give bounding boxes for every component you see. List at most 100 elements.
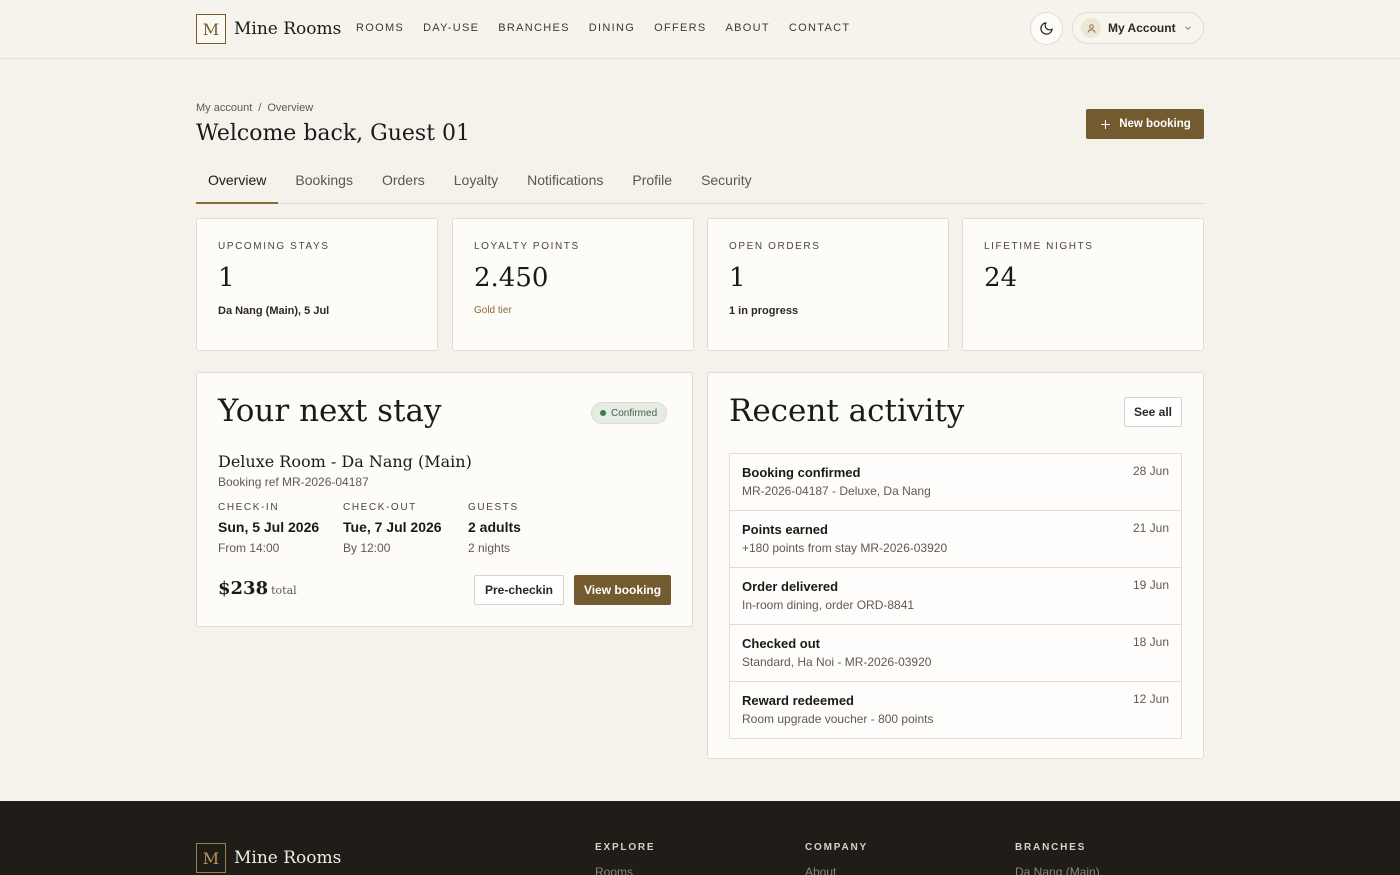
checkin-detail: CHECK-IN Sun, 5 Jul 2026 From 14:00	[218, 502, 319, 555]
checkout-value: Tue, 7 Jul 2026	[343, 519, 442, 535]
next-stay-title: Your next stay	[218, 393, 442, 429]
status-label: Confirmed	[611, 407, 658, 419]
account-tabs: Overview Bookings Orders Loyalty Notific…	[196, 162, 1204, 204]
pre-checkin-button[interactable]: Pre-checkin	[474, 575, 564, 605]
booking-ref: Booking ref MR-2026-04187	[218, 475, 369, 489]
moon-icon	[1040, 22, 1053, 35]
brand-name: Mine Rooms	[234, 19, 342, 39]
status-dot-icon	[600, 410, 606, 416]
account-label: My Account	[1108, 21, 1176, 35]
activity-title: Reward redeemed	[742, 693, 854, 708]
tab-overview[interactable]: Overview	[196, 162, 279, 204]
activity-item[interactable]: Order delivered In-room dining, order OR…	[730, 568, 1181, 625]
tab-profile[interactable]: Profile	[620, 162, 684, 204]
room-name: Deluxe Room - Da Nang (Main)	[218, 452, 472, 471]
next-stay-card: Your next stay Confirmed Deluxe Room - D…	[196, 372, 693, 627]
user-icon	[1081, 18, 1101, 38]
checkin-sub: From 14:00	[218, 541, 280, 555]
activity-date: 28 Jun	[1132, 464, 1169, 478]
activity-item[interactable]: Reward redeemed Room upgrade voucher - 8…	[730, 682, 1181, 738]
stat-card-upcoming-stays: UPCOMING STAYS 1 Da Nang (Main), 5 Jul	[196, 218, 438, 351]
stat-value: 1	[729, 263, 746, 293]
footer-heading: EXPLORE	[595, 842, 656, 853]
chevron-down-icon	[1184, 26, 1191, 30]
activity-desc: In-room dining, order ORD-8841	[742, 598, 915, 612]
stat-value: 2.450	[474, 263, 549, 293]
activity-item[interactable]: Checked out Standard, Ha Noi - MR-2026-0…	[730, 625, 1181, 682]
nav-branches[interactable]: BRANCHES	[498, 22, 570, 34]
nav-dining[interactable]: DINING	[589, 22, 635, 34]
activity-item[interactable]: Points earned +180 points from stay MR-2…	[730, 511, 1181, 568]
activity-desc: +180 points from stay MR-2026-03920	[742, 541, 948, 555]
stat-sub: Gold tier	[474, 305, 512, 316]
price-label: total	[271, 584, 297, 597]
activity-title: Booking confirmed	[742, 465, 861, 480]
plus-icon	[1101, 119, 1111, 129]
stat-sub: Da Nang (Main), 5 Jul	[218, 305, 330, 317]
status-badge: Confirmed	[591, 402, 668, 424]
top-navbar: M Mine Rooms ROOMS DAY-USE BRANCHES DINI…	[0, 0, 1400, 59]
account-menu-button[interactable]: My Account	[1072, 12, 1204, 44]
stat-label: UPCOMING STAYS	[218, 241, 330, 252]
activity-title: Points earned	[742, 522, 828, 537]
checkin-value: Sun, 5 Jul 2026	[218, 519, 320, 535]
new-booking-label: New booking	[1119, 118, 1191, 130]
see-all-button[interactable]: See all	[1124, 397, 1182, 427]
tab-orders[interactable]: Orders	[370, 162, 437, 204]
activity-date: 19 Jun	[1132, 578, 1169, 592]
checkout-label: CHECK-OUT	[343, 502, 417, 513]
nav-day-use[interactable]: DAY-USE	[423, 22, 479, 34]
tab-security[interactable]: Security	[689, 162, 764, 204]
nav-contact[interactable]: CONTACT	[789, 22, 850, 34]
footer-link[interactable]: Da Nang (Main)	[1015, 865, 1100, 875]
tab-loyalty[interactable]: Loyalty	[442, 162, 510, 204]
footer-col-branches: BRANCHES Da Nang (Main)	[1015, 842, 1100, 875]
stat-value: 1	[218, 263, 235, 293]
activity-date: 18 Jun	[1132, 635, 1169, 649]
view-booking-button[interactable]: View booking	[574, 575, 671, 605]
checkin-label: CHECK-IN	[218, 502, 280, 513]
footer-link[interactable]: About	[805, 865, 868, 875]
nav-rooms[interactable]: ROOMS	[356, 22, 404, 34]
footer-heading: BRANCHES	[1015, 842, 1087, 853]
tab-notifications[interactable]: Notifications	[515, 162, 615, 204]
activity-desc: MR-2026-04187 - Deluxe, Da Nang	[742, 484, 931, 498]
brand-logo[interactable]: M Mine Rooms	[196, 14, 341, 44]
checkout-sub: By 12:00	[343, 541, 391, 555]
recent-activity-card: Recent activity See all Booking confirme…	[707, 372, 1204, 759]
footer: M Mine Rooms EXPLORE Rooms COMPANY About…	[0, 801, 1400, 875]
activity-date: 12 Jun	[1132, 692, 1169, 706]
stat-card-lifetime-nights: LIFETIME NIGHTS 24	[962, 218, 1204, 351]
footer-brand[interactable]: M Mine Rooms	[196, 843, 341, 873]
brand-mark: M	[196, 14, 226, 44]
theme-toggle-button[interactable]	[1030, 12, 1063, 45]
breadcrumb-current: Overview	[267, 102, 314, 114]
stat-label: LOYALTY POINTS	[474, 241, 580, 252]
breadcrumb: My account / Overview	[196, 102, 313, 114]
activity-item[interactable]: Booking confirmed MR-2026-04187 - Deluxe…	[730, 454, 1181, 511]
stat-label: OPEN ORDERS	[729, 241, 821, 252]
activity-title: Order delivered	[742, 579, 839, 594]
stat-sub: 1 in progress	[729, 305, 799, 317]
price-amount: $238	[218, 578, 269, 599]
guests-detail: GUESTS 2 adults 2 nights	[468, 502, 521, 555]
price: $238 total	[218, 578, 297, 599]
guests-value: 2 adults	[468, 519, 521, 535]
footer-col-company: COMPANY About	[805, 842, 868, 875]
nav-about[interactable]: ABOUT	[726, 22, 770, 34]
tab-bookings[interactable]: Bookings	[283, 162, 365, 204]
stat-card-loyalty-points: LOYALTY POINTS 2.450 Gold tier	[452, 218, 694, 351]
breadcrumb-root[interactable]: My account	[196, 102, 252, 114]
footer-heading: COMPANY	[805, 842, 868, 853]
footer-link[interactable]: Rooms	[595, 865, 655, 875]
nav-offers[interactable]: OFFERS	[654, 22, 706, 34]
checkout-detail: CHECK-OUT Tue, 7 Jul 2026 By 12:00	[343, 502, 442, 555]
stat-value: 24	[984, 263, 1018, 293]
guests-label: GUESTS	[468, 502, 519, 513]
activity-desc: Room upgrade voucher - 800 points	[742, 712, 934, 726]
stat-card-open-orders: OPEN ORDERS 1 1 in progress	[707, 218, 949, 351]
footer-brand-mark: M	[196, 843, 226, 873]
new-booking-button[interactable]: New booking	[1086, 109, 1204, 139]
footer-col-explore: EXPLORE Rooms	[595, 842, 655, 875]
breadcrumb-separator: /	[258, 102, 262, 114]
